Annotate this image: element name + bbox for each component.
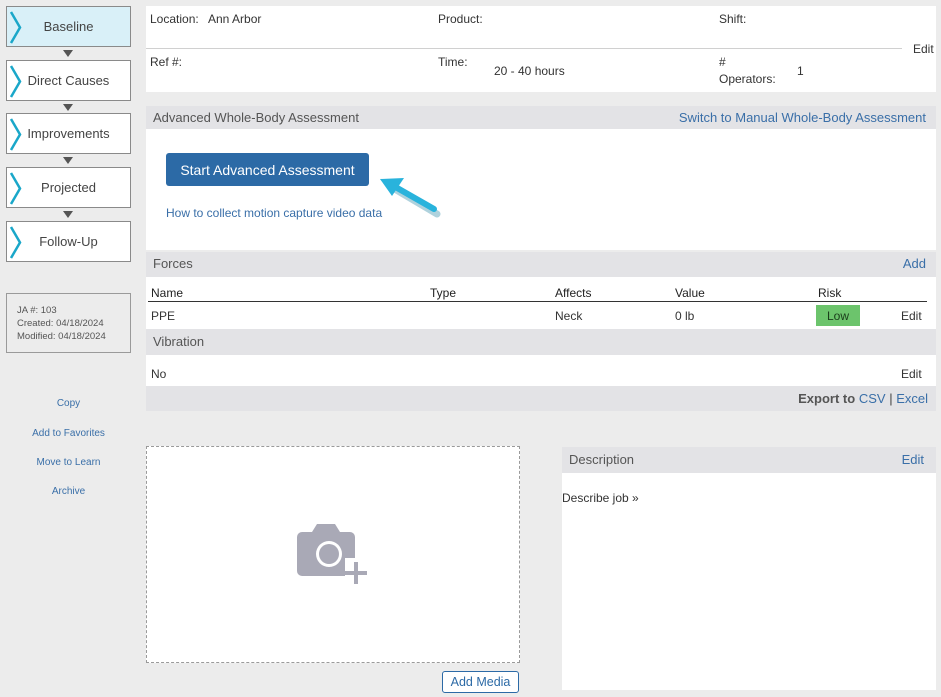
sidebar: Baseline Direct Causes Improvements Proj… [0,0,140,697]
copy-link[interactable]: Copy [0,398,137,409]
forces-title: Forces [153,256,193,271]
time-label: Time: [438,55,468,69]
description-section-header: Description Edit [562,447,936,473]
operators-label: Operators: [719,72,776,86]
operators-label-hash: # [719,55,726,69]
motion-capture-help-link[interactable]: How to collect motion capture video data [166,206,382,220]
force-affects: Neck [555,309,583,323]
start-advanced-assessment-button[interactable]: Start Advanced Assessment [166,153,369,186]
move-to-learn-link[interactable]: Move to Learn [0,457,137,468]
chevron-right-icon [9,11,22,44]
column-header-value: Value [675,286,705,300]
export-excel-link[interactable]: Excel [896,391,928,406]
force-edit-link[interactable]: Edit [901,309,922,323]
time-value: 20 - 40 hours [494,64,565,78]
column-header-affects: Affects [555,286,592,300]
description-title: Description [569,452,635,467]
step-improvements[interactable]: Improvements [6,113,131,154]
operators-value: 1 [797,64,804,78]
step-down-arrow-icon [63,50,73,57]
chevron-right-icon [9,226,22,259]
step-follow-up[interactable]: Follow-Up [6,221,131,262]
header-edit-link[interactable]: Edit [910,42,934,56]
column-header-name: Name [151,286,184,300]
assessment-title: Advanced Whole-Body Assessment [153,110,359,125]
chevron-right-icon [9,172,22,205]
step-down-arrow-icon [63,211,73,218]
step-label: Direct Causes [27,73,110,88]
product-label: Product: [438,12,483,26]
description-edit-link[interactable]: Edit [902,452,924,467]
step-down-arrow-icon [63,157,73,164]
force-value: 0 lb [675,309,695,323]
export-csv-link[interactable]: CSV [859,391,886,406]
shift-label: Shift: [719,12,747,26]
description-panel: Description Edit Describe job » [562,447,936,690]
describe-job-link[interactable]: Describe job » [562,491,639,505]
forces-add-link[interactable]: Add [903,256,926,271]
step-projected[interactable]: Projected [6,167,131,208]
vibration-value: No [151,367,167,381]
created-date: Created: 04/18/2024 [17,318,104,329]
pointer-arrow-icon [380,178,441,218]
chevron-right-icon [9,65,22,98]
job-info-box: JA #: 103 Created: 04/18/2024 Modified: … [6,293,131,353]
export-separator: | [889,391,893,406]
header-divider [146,48,902,49]
force-name: PPE [151,309,176,323]
step-label: Projected [41,180,96,195]
add-photo-icon [297,524,367,584]
media-dropzone[interactable] [146,446,520,663]
chevron-right-icon [9,118,22,151]
risk-badge: Low [816,305,860,326]
export-bar: Export to CSV | Excel [146,386,936,411]
archive-link[interactable]: Archive [0,486,137,497]
location-label: Location: [150,12,199,26]
column-header-risk: Risk [818,286,842,300]
location-value: Ann Arbor [208,12,262,26]
export-label: Export to [798,391,856,406]
column-header-type: Type [430,286,457,300]
modified-date: Modified: 04/18/2024 [17,331,106,342]
add-to-favorites-link[interactable]: Add to Favorites [0,428,137,439]
vibration-section-header: Vibration [146,329,936,355]
table-header-divider [148,301,927,302]
ja-number: JA #: 103 [17,305,57,316]
step-down-arrow-icon [63,104,73,111]
assessment-section-header: Advanced Whole-Body Assessment Switch to… [146,106,936,129]
ref-label: Ref #: [150,55,183,69]
step-baseline[interactable]: Baseline [6,6,131,47]
add-media-button[interactable]: Add Media [442,671,519,693]
step-direct-causes[interactable]: Direct Causes [6,60,131,101]
step-label: Improvements [27,126,110,141]
step-label: Baseline [43,19,94,34]
job-header: Location: Ann Arbor Product: Shift: Edit… [146,6,936,92]
vibration-edit-link[interactable]: Edit [901,367,922,381]
switch-manual-link[interactable]: Switch to Manual Whole-Body Assessment [679,110,926,125]
vibration-title: Vibration [153,334,205,349]
forces-section-header: Forces Add [146,252,936,277]
step-label: Follow-Up [39,234,98,249]
